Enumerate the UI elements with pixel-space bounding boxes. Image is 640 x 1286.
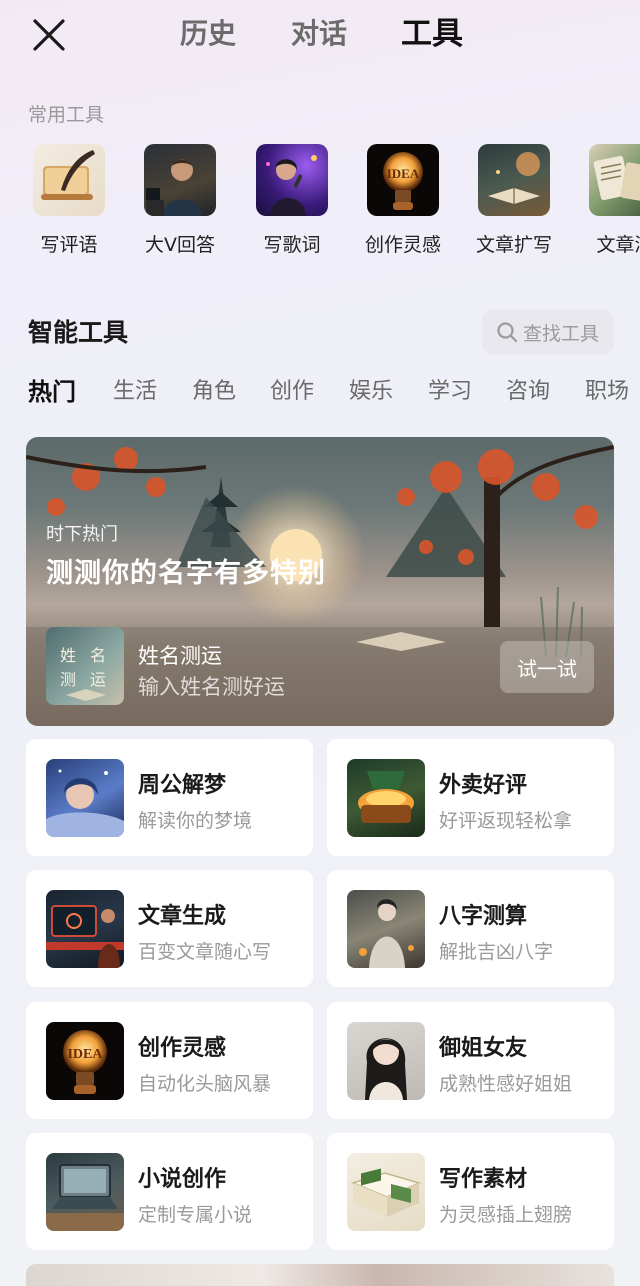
svg-text:IDEA: IDEA (387, 166, 420, 181)
tool-card[interactable]: 文章生成 百变文章随心写 (26, 870, 313, 987)
tool-card-subtitle: 定制专属小说 (138, 1204, 253, 1226)
common-tool-item[interactable]: 写评语 (14, 144, 124, 257)
category-tab-consult[interactable]: 咨询 (506, 372, 550, 412)
book-scene-icon (478, 144, 550, 216)
tool-card-subtitle: 自动化头脑风暴 (138, 1073, 272, 1095)
category-tabs: 热门 生活 角色 创作 娱乐 学习 咨询 职场 (0, 372, 640, 412)
try-button[interactable]: 试一试 (500, 641, 594, 693)
tool-card[interactable]: IDEA 创作灵感 自动化头脑风暴 (26, 1002, 313, 1119)
search-input[interactable]: 查找工具 (482, 309, 614, 355)
tool-card-title: 八字测算 (439, 904, 528, 929)
thumb-char: 名 (90, 646, 106, 665)
idea-bulb-icon: IDEA (46, 1022, 124, 1100)
dream-icon (46, 759, 124, 837)
smart-tools-title: 智能工具 (28, 318, 129, 347)
takeout-box-icon (347, 759, 425, 837)
name-fortune-thumb: 姓 名 测 运 (46, 627, 124, 705)
girlfriend-portrait-icon (347, 1022, 425, 1100)
singer-icon (256, 144, 328, 216)
quill-scroll-icon (33, 144, 105, 216)
article-desk-icon (46, 890, 124, 968)
category-tab-fun[interactable]: 娱乐 (349, 372, 393, 412)
common-tool-item[interactable]: 文章扩写 (459, 144, 569, 257)
category-tab-study[interactable]: 学习 (428, 372, 472, 412)
tool-card-title: 创作灵感 (138, 1036, 227, 1061)
common-tool-label: 文章扩写 (475, 234, 552, 256)
common-tools-row: 写评语 大V回答 写歌词 IDEA 创作灵感 文章扩写 文章 (0, 144, 640, 264)
fortune-teller-icon (347, 890, 425, 968)
tab-dialog[interactable]: 对话 (291, 14, 347, 54)
tab-history[interactable]: 历史 (180, 14, 236, 54)
category-tab-role[interactable]: 角色 (192, 372, 236, 412)
tool-card-title: 外卖好评 (439, 773, 528, 798)
idea-bulb-icon: IDEA (367, 144, 439, 216)
svg-text:IDEA: IDEA (67, 1047, 103, 1062)
category-tab-life[interactable]: 生活 (113, 372, 157, 412)
tool-card-subtitle: 好评返现轻松拿 (439, 810, 573, 832)
next-banner-peek[interactable] (26, 1264, 614, 1286)
banner-tool-name: 姓名测运 (138, 644, 222, 668)
common-tool-item[interactable]: 大V回答 (125, 144, 235, 257)
tool-card-title: 小说创作 (138, 1167, 227, 1192)
featured-banner[interactable]: 时下热门 测测你的名字有多特别 姓 名 测 运 姓名测运 输入姓名测好运 试一试 (26, 437, 614, 726)
tool-card[interactable]: 周公解梦 解读你的梦境 (26, 739, 313, 856)
tool-card[interactable]: 写作素材 为灵感插上翅膀 (327, 1133, 614, 1250)
common-tool-item[interactable]: 文章润 (570, 144, 640, 257)
common-tool-item[interactable]: 写歌词 (237, 144, 347, 257)
tool-card-subtitle: 为灵感插上翅膀 (439, 1204, 573, 1226)
host-portrait-icon (144, 144, 216, 216)
tool-card-title: 文章生成 (138, 904, 227, 929)
banner-kicker: 时下热门 (46, 524, 118, 545)
thumb-char: 运 (90, 670, 106, 689)
common-tool-label: 文章润 (596, 234, 640, 256)
tool-card[interactable]: 御姐女友 成熟性感好姐姐 (327, 1002, 614, 1119)
thumb-char: 测 (60, 670, 76, 689)
tool-card-title: 写作素材 (439, 1167, 528, 1192)
tab-bar: 历史 对话 工具 (0, 14, 640, 54)
tool-card-title: 御姐女友 (439, 1036, 528, 1061)
search-placeholder: 查找工具 (523, 322, 600, 345)
tool-card[interactable]: 外卖好评 好评返现轻松拿 (327, 739, 614, 856)
banner-title: 测测你的名字有多特别 (46, 558, 326, 589)
common-tool-label: 大V回答 (145, 234, 215, 256)
tool-card-title: 周公解梦 (138, 773, 227, 798)
tool-card-subtitle: 解批吉凶八字 (439, 941, 554, 963)
open-book-icon (347, 1153, 425, 1231)
tab-tools[interactable]: 工具 (401, 14, 463, 54)
tool-card-subtitle: 解读你的梦境 (138, 810, 253, 832)
common-tool-label: 写歌词 (263, 234, 321, 256)
common-tool-label: 写评语 (40, 234, 98, 256)
books-collage-icon (589, 144, 640, 216)
category-tab-hot[interactable]: 热门 (28, 372, 76, 412)
tool-card-subtitle: 成熟性感好姐姐 (439, 1073, 573, 1095)
tool-card[interactable]: 小说创作 定制专属小说 (26, 1133, 313, 1250)
banner-tool-subtitle: 输入姓名测好运 (138, 675, 285, 699)
common-tools-label: 常用工具 (28, 104, 105, 126)
thumb-char: 姓 (60, 646, 76, 665)
category-tab-create[interactable]: 创作 (270, 372, 314, 412)
search-icon (497, 322, 518, 343)
top-bar: 历史 对话 工具 (0, 0, 640, 70)
laptop-writing-icon (46, 1153, 124, 1231)
common-tool-label: 创作灵感 (364, 234, 441, 256)
tool-card[interactable]: 八字测算 解批吉凶八字 (327, 870, 614, 987)
category-tab-work[interactable]: 职场 (585, 372, 629, 412)
common-tool-item[interactable]: IDEA 创作灵感 (348, 144, 458, 257)
tool-card-subtitle: 百变文章随心写 (138, 941, 272, 963)
